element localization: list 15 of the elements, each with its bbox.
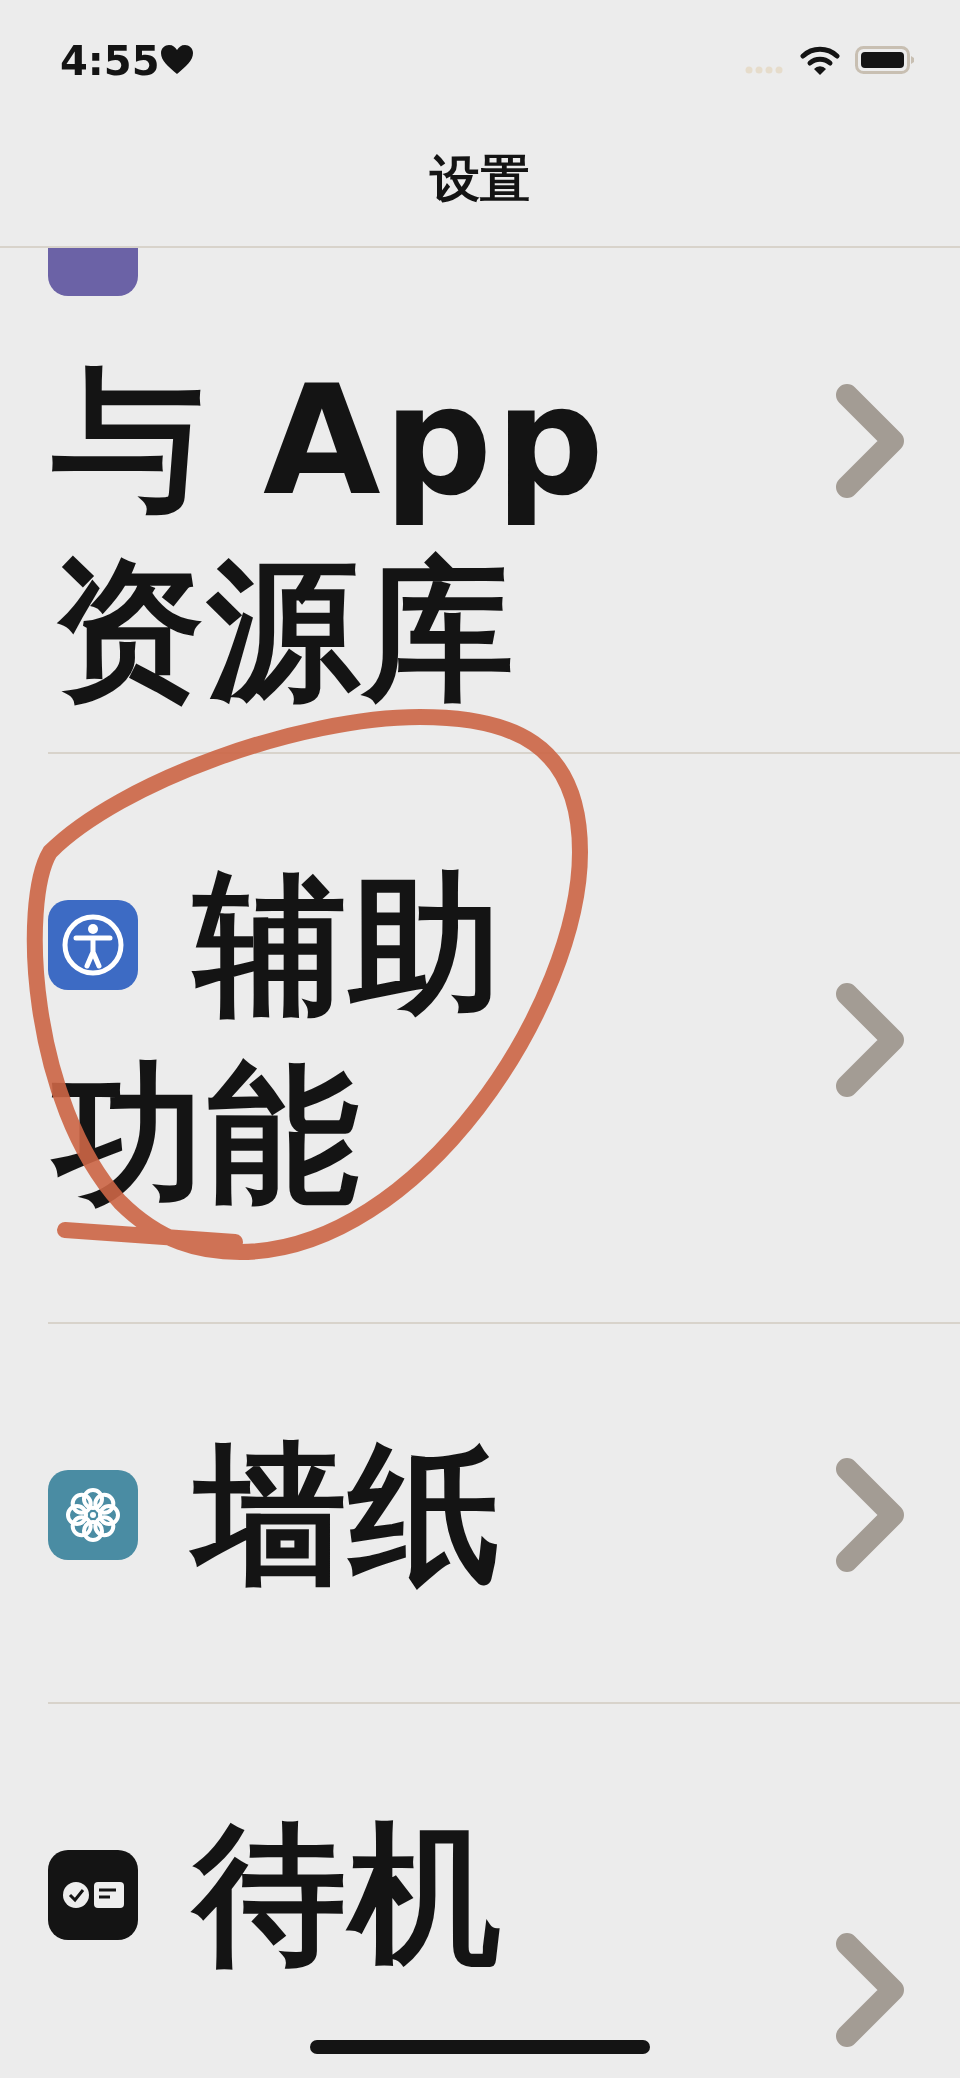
chevron-icon[interactable] <box>835 1455 905 1575</box>
wifi-icon <box>800 44 840 76</box>
setting-label[interactable]: 辅助 <box>190 850 508 1040</box>
setting-label[interactable]: 墙纸 <box>190 1420 508 1610</box>
setting-label[interactable]: 资源库 <box>48 536 521 726</box>
chevron-icon[interactable] <box>835 1930 905 2050</box>
setting-label[interactable]: 与 App <box>48 346 612 536</box>
chevron-icon[interactable] <box>835 381 905 501</box>
signal-icon <box>745 66 785 74</box>
chevron-icon[interactable] <box>835 980 905 1100</box>
status-time: 4:55 <box>60 38 160 84</box>
battery-icon <box>855 46 915 74</box>
page-title: 设置 <box>430 149 530 210</box>
setting-label[interactable]: 待机 <box>190 1800 508 1990</box>
heart-icon <box>160 44 194 76</box>
